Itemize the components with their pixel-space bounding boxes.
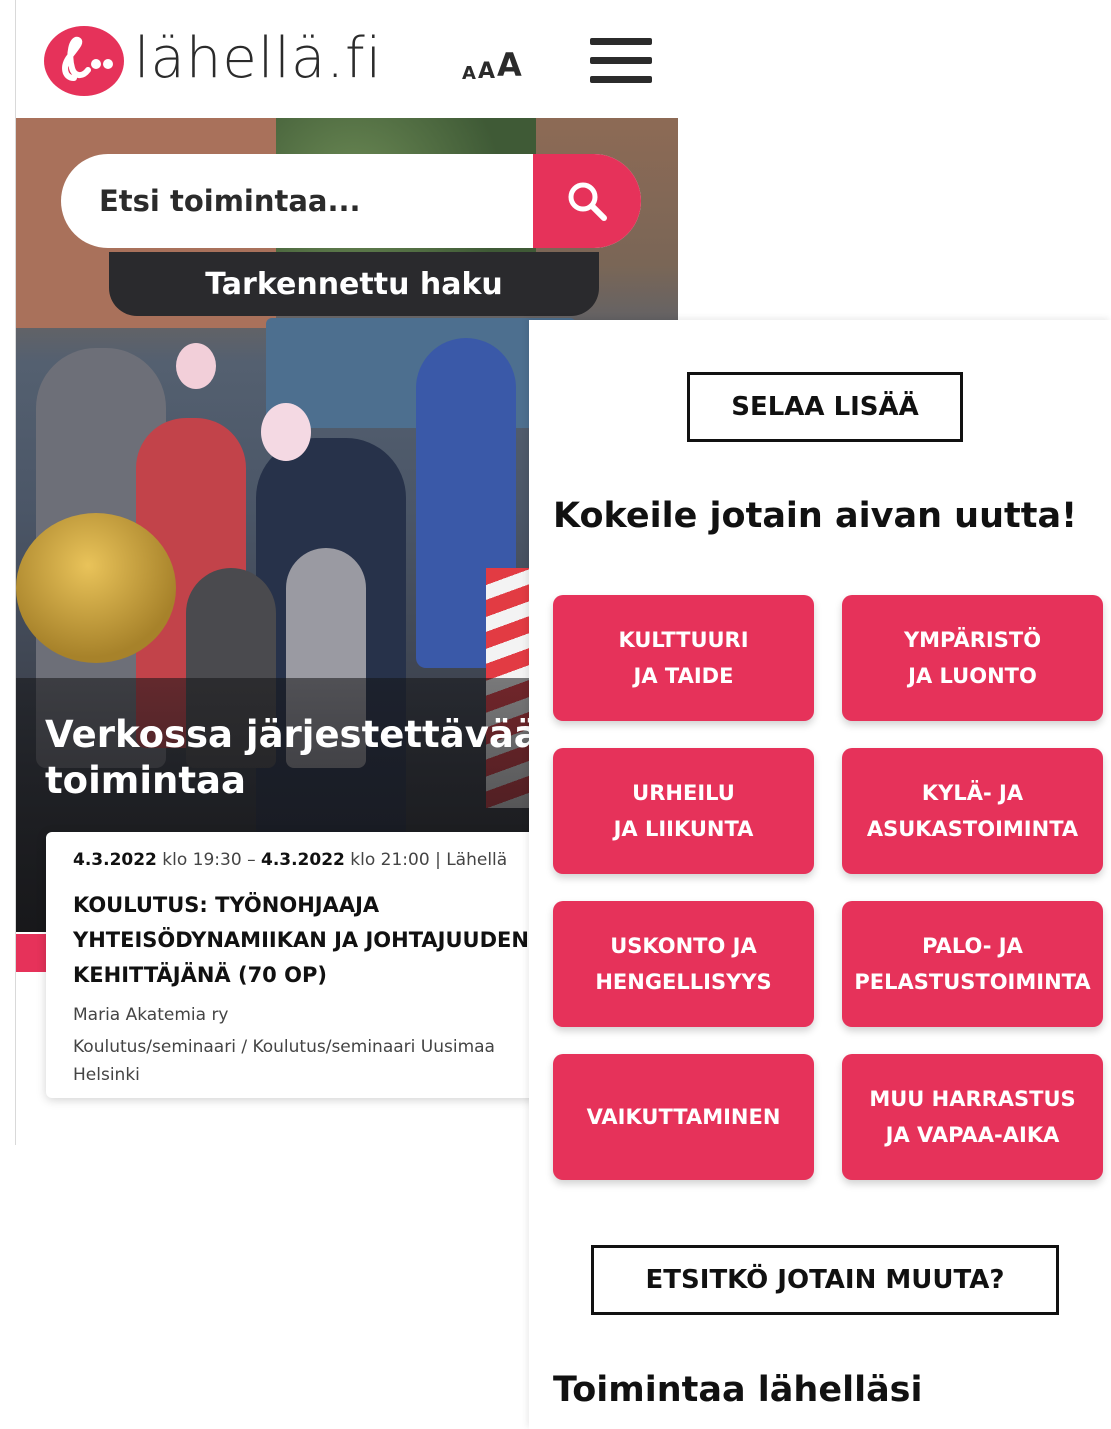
category-grid: KULTTUURI JA TAIDE YMPÄRISTÖ JA LUONTO U… <box>553 595 1103 1181</box>
looking-for-other-button[interactable]: ETSITKÖ JOTAIN MUUTA? <box>591 1245 1059 1315</box>
logo-icon[interactable] <box>44 26 124 96</box>
try-new-heading: Kokeile jotain aivan uutta! <box>553 496 1078 536</box>
activities-near-heading: Toimintaa lähelläsi <box>553 1370 923 1410</box>
site-header: lähellä.fi A A A <box>16 0 678 118</box>
browse-more-button[interactable]: SELAA LISÄÄ <box>687 372 963 442</box>
category-other-hobbies[interactable]: MUU HARRASTUS JA VAPAA-AIKA <box>842 1054 1103 1180</box>
font-size-medium[interactable]: A <box>478 59 495 84</box>
category-sports[interactable]: URHEILU JA LIIKUNTA <box>553 748 814 874</box>
logo-text[interactable]: lähellä.fi <box>134 24 382 94</box>
search-icon <box>568 182 607 221</box>
advanced-search-button[interactable]: Tarkennettu haku <box>109 252 599 316</box>
font-size-small[interactable]: A <box>462 63 476 84</box>
category-environment-nature[interactable]: YMPÄRISTÖ JA LUONTO <box>842 595 1103 721</box>
font-size-control[interactable]: A A A <box>462 44 522 84</box>
font-size-large[interactable]: A <box>497 46 522 84</box>
category-fire-rescue[interactable]: PALO- JA PELASTUSTOIMINTA <box>842 901 1103 1027</box>
category-advocacy[interactable]: VAIKUTTAMINEN <box>553 1054 814 1180</box>
hamburger-icon[interactable] <box>590 38 652 84</box>
search-button[interactable] <box>533 154 641 248</box>
category-religion[interactable]: USKONTO JA HENGELLISYYS <box>553 901 814 1027</box>
category-culture-art[interactable]: KULTTUURI JA TAIDE <box>553 595 814 721</box>
search-input[interactable] <box>61 154 533 248</box>
right-phone-screen: SELAA LISÄÄ Kokeile jotain aivan uutta! … <box>529 320 1111 1429</box>
category-village-residents[interactable]: KYLÄ- JA ASUKASTOIMINTA <box>842 748 1103 874</box>
search-bar <box>61 154 641 248</box>
